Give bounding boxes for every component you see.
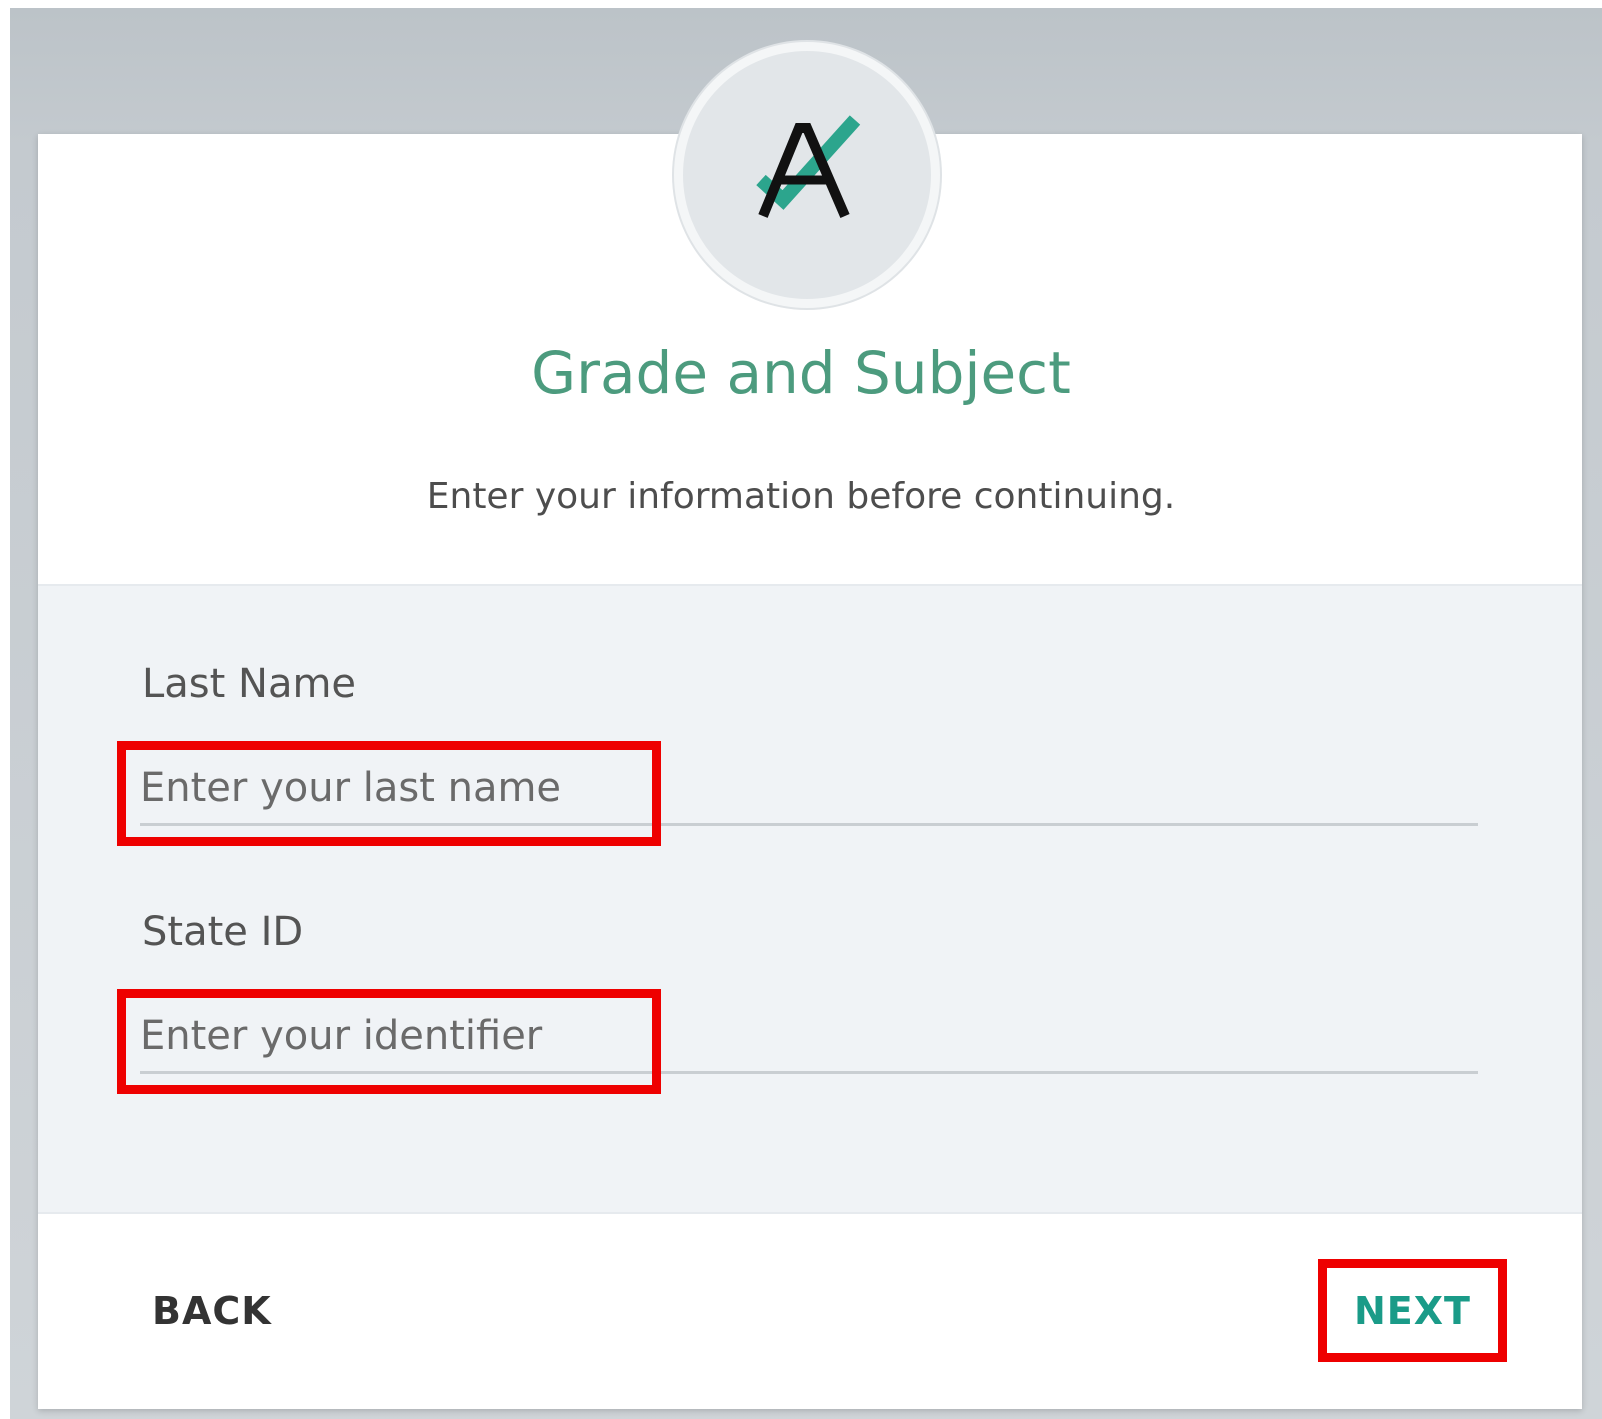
state-id-label: State ID [142,909,304,955]
page-subtitle: Enter your information before continuing… [426,476,1176,517]
page-title: Grade and Subject [531,339,1071,407]
state-id-input[interactable] [140,1000,1478,1074]
app-logo [674,42,940,308]
last-name-label: Last Name [142,661,357,707]
back-button[interactable]: BACK [152,1286,272,1336]
a-checkmark-logo-icon [756,115,861,218]
next-button[interactable]: NEXT [1354,1286,1471,1336]
last-name-input[interactable] [140,752,1478,826]
